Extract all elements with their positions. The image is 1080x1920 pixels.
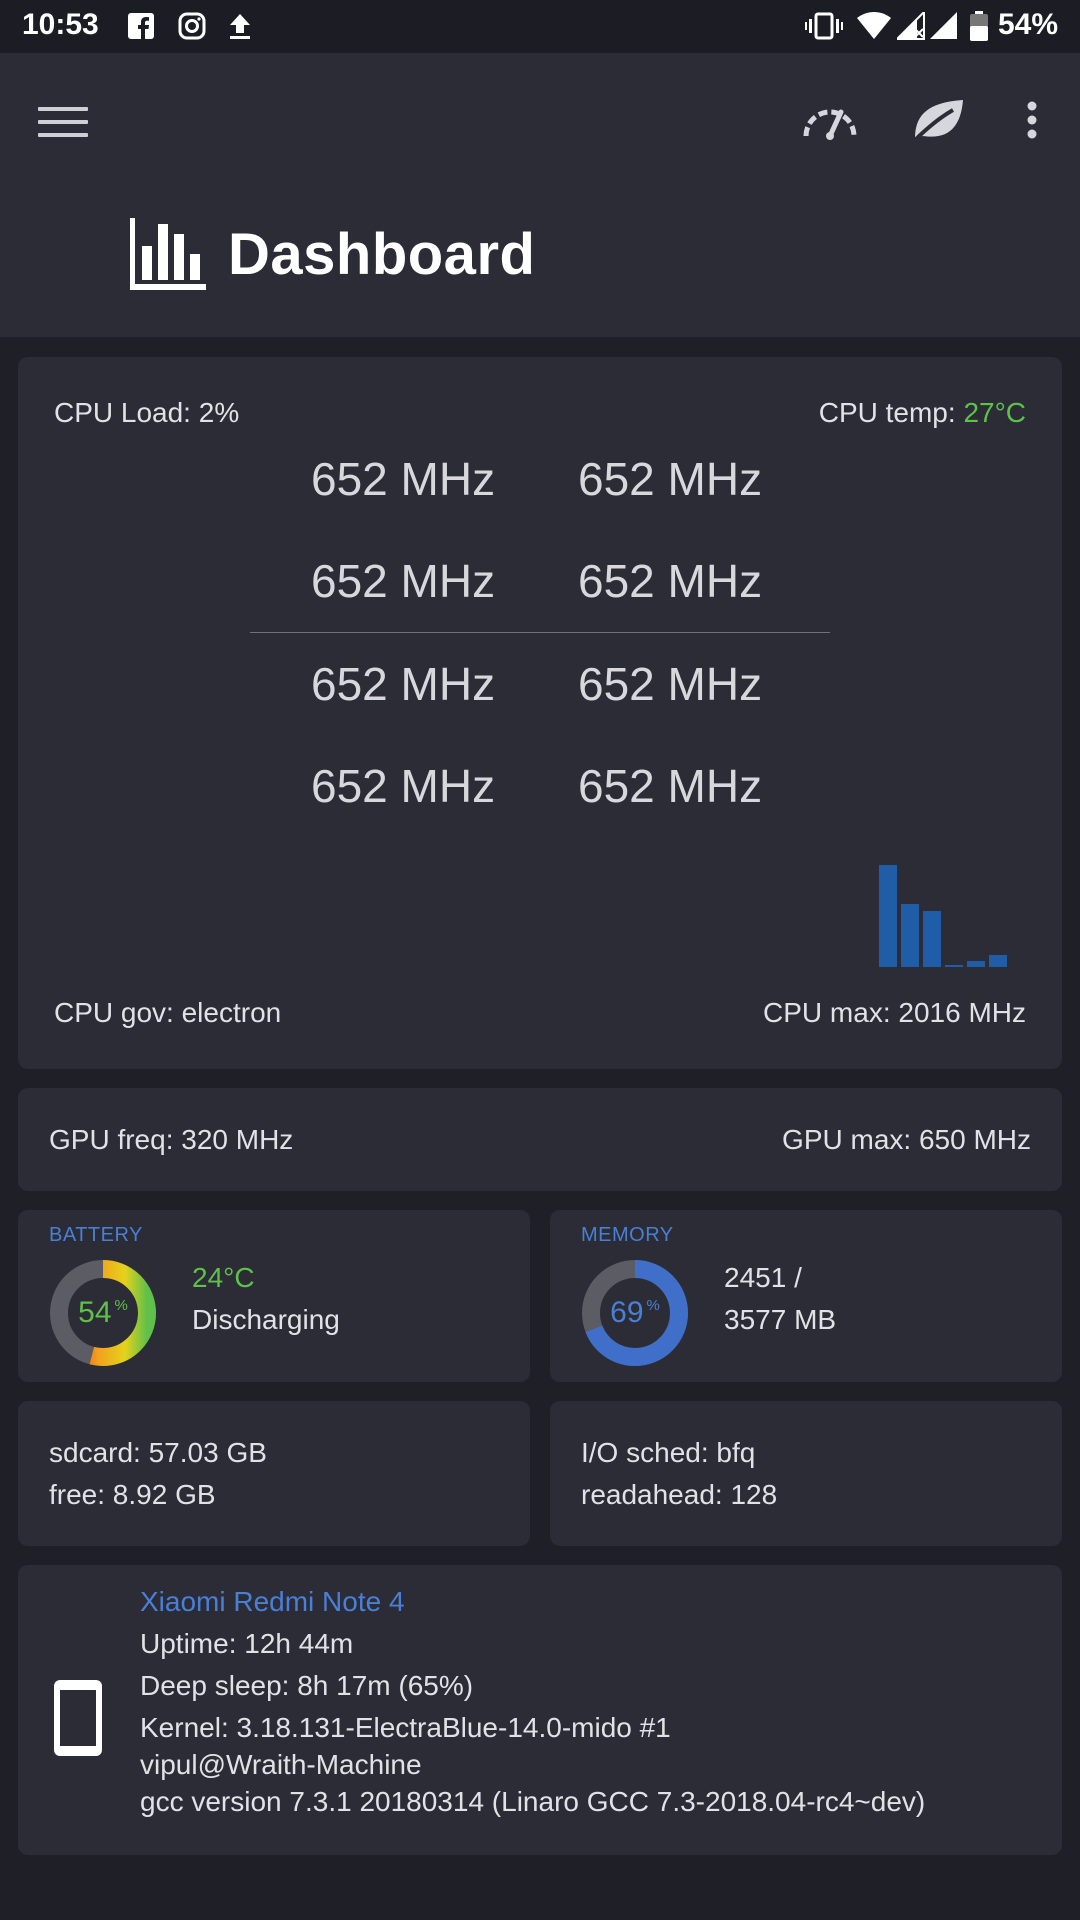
cpu-max: CPU max: 2016 MHz — [763, 997, 1026, 1028]
io-readahead: readahead: 128 — [581, 1479, 778, 1510]
cpu-temp: CPU temp: 27°C — [819, 397, 1026, 429]
io-card[interactable]: I/O sched: bfq readahead: 128 — [550, 1401, 1062, 1546]
upload-icon — [228, 12, 252, 40]
memory-percent: 69% — [610, 1296, 660, 1329]
battery-title: BATTERY — [49, 1224, 143, 1246]
cpu-frequency-histogram — [879, 865, 1039, 967]
device-deep-sleep: Deep sleep: 8h 17m (65%) — [140, 1670, 474, 1701]
battery-gauge: 54% — [48, 1258, 158, 1368]
battery-icon — [970, 11, 988, 41]
sdcard-free: free: 8.92 GB — [49, 1479, 216, 1510]
cpu-core-freq: 652 MHz — [578, 658, 763, 710]
sdcard-size: sdcard: 57.03 GB — [49, 1437, 267, 1468]
leaf-icon — [911, 100, 963, 144]
kernel-version: Kernel: 3.18.131-ElectraBlue-14.0-mido #… — [140, 1712, 671, 1743]
cpu-core-freq: 652 MHz — [578, 760, 763, 812]
bar-chart-icon — [130, 218, 206, 290]
histogram-bar — [989, 955, 1007, 967]
gpu-freq: GPU freq: 320 MHz — [49, 1124, 294, 1155]
storage-card[interactable]: sdcard: 57.03 GB free: 8.92 GB — [18, 1401, 530, 1546]
speedometer-icon — [803, 109, 857, 140]
battery-percent: 54% — [78, 1296, 128, 1329]
phone-icon — [54, 1680, 102, 1756]
memory-used: 2451 / — [724, 1262, 802, 1293]
cpu-core-freq: 652 MHz — [311, 658, 496, 710]
memory-title: MEMORY — [581, 1224, 674, 1246]
more-options-button[interactable] — [1000, 88, 1064, 152]
memory-total: 3577 MB — [724, 1304, 837, 1335]
signal-icon — [930, 12, 958, 40]
gpu-card[interactable]: GPU freq: 320 MHz GPU max: 650 MHz — [18, 1088, 1062, 1191]
histogram-bar — [879, 865, 897, 967]
battery-card[interactable]: BATTERY 54% 24°C Discharging — [18, 1210, 530, 1382]
cpu-load: CPU Load: 2% — [54, 397, 240, 428]
kernel-builder: vipul@Wraith-Machine — [140, 1749, 422, 1780]
io-scheduler: I/O sched: bfq — [581, 1437, 756, 1468]
menu-icon — [38, 107, 88, 137]
cpu-core-freq: 652 MHz — [311, 760, 496, 812]
status-time: 10:53 — [22, 8, 99, 41]
cpu-core-freq: 652 MHz — [578, 453, 763, 505]
cluster-divider — [250, 632, 830, 633]
speedometer-button[interactable] — [798, 88, 862, 152]
histogram-bar — [945, 965, 963, 967]
menu-button[interactable] — [38, 101, 88, 141]
more-vert-icon — [1027, 101, 1037, 139]
memory-card[interactable]: MEMORY 69% 2451 / 3577 MB — [550, 1210, 1062, 1382]
cpu-temp-label: CPU temp: — [818, 397, 964, 428]
device-name: Xiaomi Redmi Note 4 — [140, 1586, 405, 1617]
signal-no-data-icon — [897, 12, 927, 40]
memory-gauge: 69% — [580, 1258, 690, 1368]
battery-state: Discharging — [192, 1304, 340, 1335]
device-uptime: Uptime: 12h 44m — [140, 1628, 354, 1659]
vibrate-icon — [805, 12, 843, 40]
wifi-icon — [857, 12, 891, 40]
facebook-icon — [128, 12, 154, 40]
cpu-card[interactable]: CPU Load: 2% CPU temp: 27°C 652 MHz 652 … — [18, 357, 1062, 1069]
histogram-bar — [901, 904, 919, 967]
cpu-governor: CPU gov: electron — [54, 997, 282, 1028]
device-card[interactable]: Xiaomi Redmi Note 4 Uptime: 12h 44m Deep… — [18, 1565, 1062, 1855]
page-header: Dashboard — [128, 218, 535, 290]
status-battery-percent: 54% — [997, 8, 1058, 41]
status-bar: 10:53 54% — [0, 0, 1080, 53]
battery-temp: 24°C — [192, 1262, 255, 1293]
leaf-button[interactable] — [906, 88, 970, 152]
gcc-version: gcc version 7.3.1 20180314 (Linaro GCC 7… — [140, 1786, 926, 1817]
app-bar: Dashboard — [0, 53, 1080, 337]
cpu-core-freq: 652 MHz — [578, 555, 763, 607]
gpu-max: GPU max: 650 MHz — [782, 1124, 1031, 1155]
histogram-bar — [923, 911, 941, 967]
cpu-core-freq: 652 MHz — [311, 453, 496, 505]
instagram-icon — [178, 12, 206, 40]
histogram-bar — [967, 961, 985, 967]
cpu-temp-value: 27°C — [963, 397, 1026, 428]
cpu-core-freq: 652 MHz — [311, 555, 496, 607]
page-title: Dashboard — [228, 221, 536, 287]
